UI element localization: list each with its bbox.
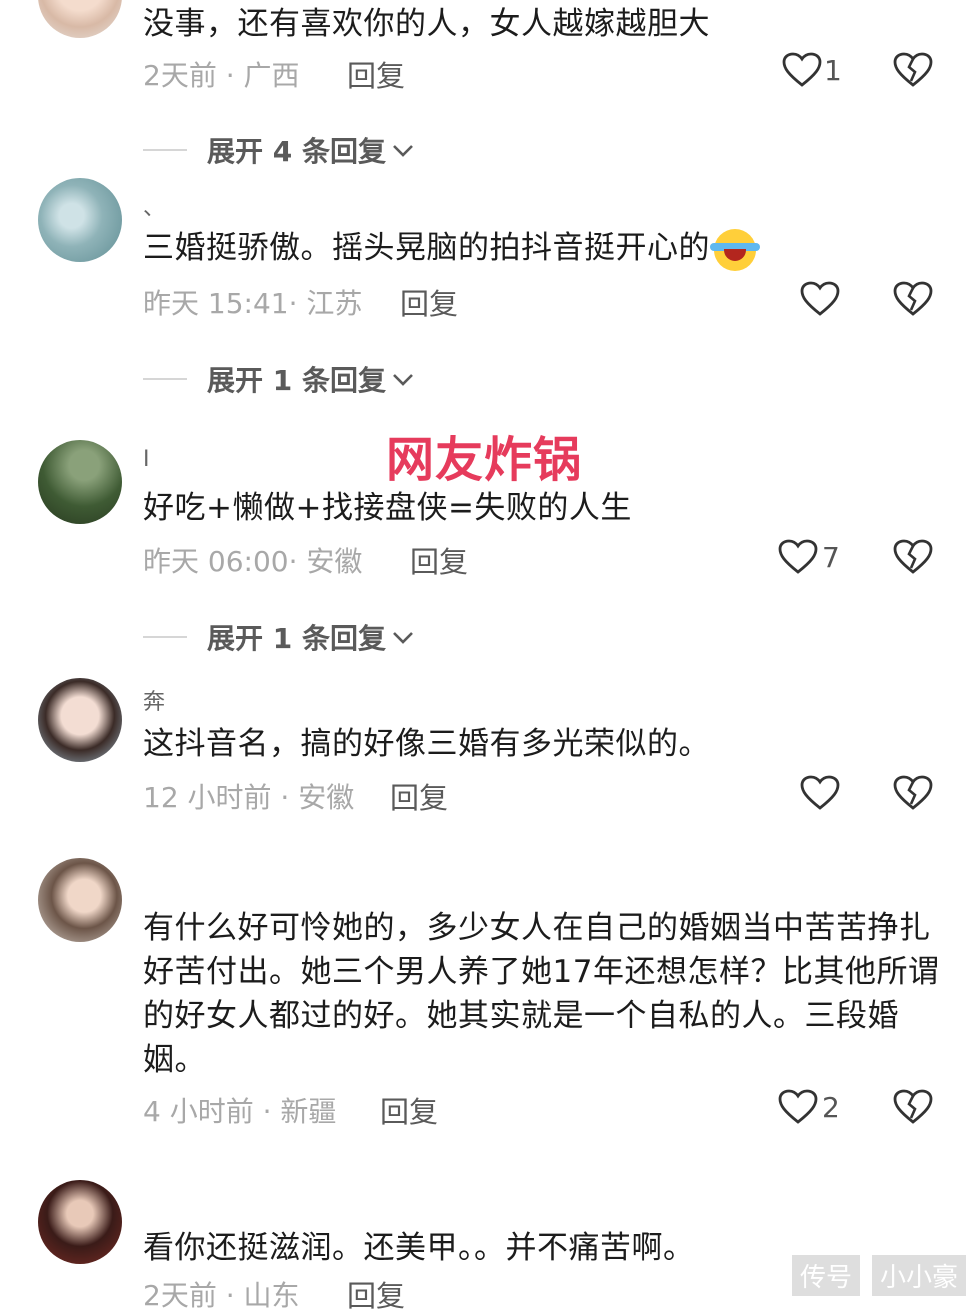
reply-button[interactable]: 回复	[347, 1273, 405, 1315]
reply-button[interactable]: 回复	[380, 1089, 438, 1131]
heart-outline-icon[interactable]	[778, 539, 818, 575]
avatar[interactable]	[38, 0, 122, 38]
reply-button[interactable]: 回复	[390, 775, 448, 817]
heart-outline-icon[interactable]	[778, 1089, 818, 1125]
broken-heart-icon[interactable]	[893, 775, 933, 811]
comment-location: 江苏	[306, 287, 363, 320]
comment-location: 广西	[243, 59, 300, 92]
expand-replies[interactable]: 展开 4 条回复	[143, 132, 414, 168]
reply-button[interactable]: 回复	[410, 539, 468, 581]
comment-text: 三婚挺骄傲。摇头晃脑的拍抖音挺开心的	[143, 226, 760, 271]
comment-username[interactable]: 奔	[143, 684, 165, 716]
comment-time: 2天前	[143, 59, 217, 92]
comment-time: 昨天 15:41	[143, 287, 289, 320]
comment-username[interactable]: I	[143, 447, 150, 472]
comment-meta: 2天前 · 山东	[143, 1279, 300, 1312]
heart-outline-icon[interactable]	[782, 52, 822, 88]
laugh-cry-emoji-icon	[710, 228, 760, 271]
comment-text: 没事，还有喜欢你的人，女人越嫁越胆大	[143, 6, 710, 42]
comment-username[interactable]: 、	[143, 190, 165, 222]
heart-outline-icon[interactable]	[800, 281, 840, 317]
comment-meta: 昨天 06:00· 安徽	[143, 545, 363, 578]
avatar[interactable]	[38, 678, 122, 762]
expand-replies[interactable]: 展开 1 条回复	[143, 361, 414, 397]
avatar[interactable]	[38, 858, 122, 942]
broken-heart-icon[interactable]	[893, 539, 933, 575]
expand-replies-label: 展开 4 条回复	[207, 135, 386, 168]
comment-time: 昨天 06:00	[143, 545, 289, 578]
avatar[interactable]	[38, 1180, 122, 1264]
expand-replies[interactable]: 展开 1 条回复	[143, 619, 414, 655]
comment-text: 这抖音名，搞的好像三婚有多光荣似的。	[143, 726, 710, 762]
watermark-left: 传号	[792, 1255, 861, 1296]
broken-heart-icon[interactable]	[893, 52, 933, 88]
comment-text: 好吃+懒做+找接盘侠=失败的人生	[143, 490, 632, 526]
like-count: 1	[824, 54, 842, 87]
like-count: 2	[822, 1091, 840, 1124]
chevron-down-icon	[393, 145, 413, 157]
like-count: 7	[822, 541, 840, 574]
comment-location: 安徽	[306, 545, 363, 578]
comment-time: 4 小时前	[143, 1095, 254, 1128]
expand-replies-label: 展开 1 条回复	[207, 622, 386, 655]
chevron-down-icon	[393, 632, 413, 644]
comment-location: 新疆	[280, 1095, 337, 1128]
comment-meta: 12 小时前 · 安徽	[143, 781, 355, 814]
broken-heart-icon[interactable]	[893, 281, 933, 317]
comment-meta: 2天前 · 广西	[143, 59, 300, 92]
heart-outline-icon[interactable]	[800, 775, 840, 811]
reply-button[interactable]: 回复	[400, 281, 458, 323]
avatar[interactable]	[38, 178, 122, 262]
reply-button[interactable]: 回复	[347, 53, 405, 95]
comment-location: 安徽	[298, 781, 355, 814]
comment-time: 12 小时前	[143, 781, 272, 814]
comment-meta: 昨天 15:41· 江苏	[143, 287, 363, 320]
headline-overlay: 网友炸锅	[386, 432, 583, 488]
comment-meta: 4 小时前 · 新疆	[143, 1095, 337, 1128]
broken-heart-icon[interactable]	[893, 1089, 933, 1125]
avatar[interactable]	[38, 440, 122, 524]
chevron-down-icon	[393, 374, 413, 386]
watermark-right: 小小豪	[872, 1255, 967, 1296]
comment-text: 看你还挺滋润。还美甲。。并不痛苦啊。	[143, 1230, 695, 1266]
expand-replies-label: 展开 1 条回复	[207, 364, 386, 397]
comment-text: 有什么好可怜她的，多少女人在自己的婚姻当中苦苦挣扎好苦付出。她三个男人养了她17…	[143, 910, 940, 1078]
